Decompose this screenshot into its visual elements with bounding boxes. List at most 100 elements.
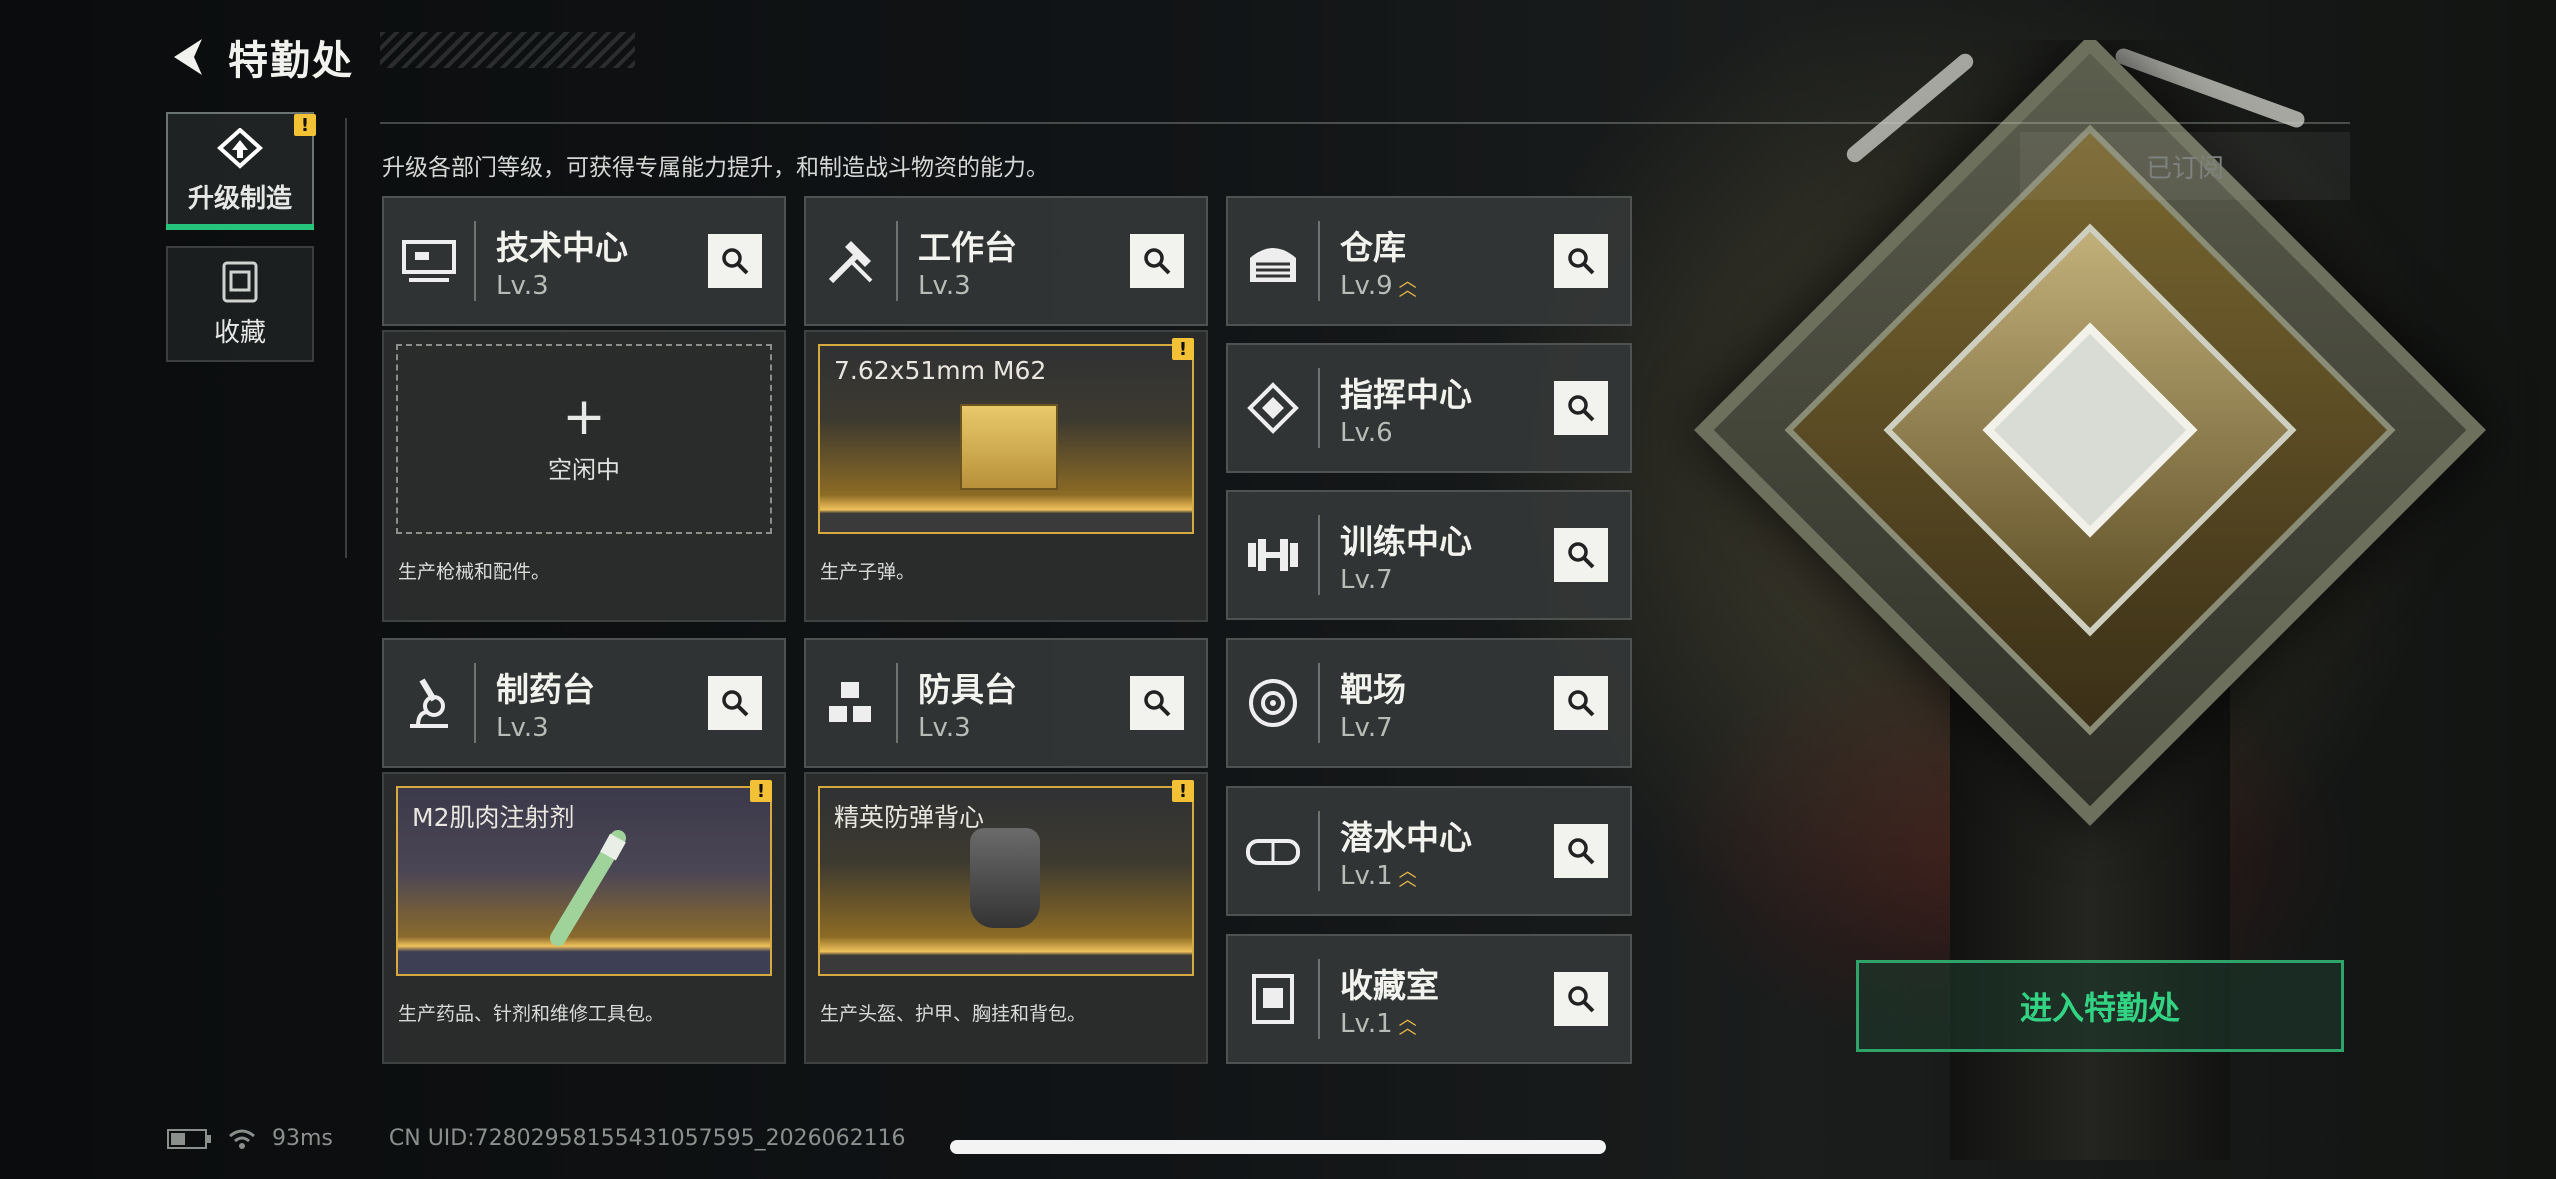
sidebar-item-collection[interactable]: 收藏 — [166, 246, 314, 362]
status-bar: 93ms CN UID:7280295815543105759​5_202606… — [166, 1126, 906, 1151]
dept-level: Lv.6 — [1340, 418, 1393, 448]
dept-level: Lv.1 — [1340, 1009, 1393, 1039]
section-description: 升级各部门等级，可获得专属能力提升，和制造战斗物资的能力。 — [382, 155, 1049, 181]
search-icon — [722, 690, 749, 717]
back-arrow-icon — [174, 39, 202, 75]
dept-name: 潜水中心 — [1340, 818, 1472, 857]
ammo-box-image — [960, 404, 1058, 490]
microscope-icon — [410, 678, 448, 728]
dept-card-training[interactable]: 训练中心 Lv.7 — [1226, 490, 1632, 620]
divider — [380, 122, 2350, 124]
back-button[interactable] — [166, 35, 210, 79]
search-button[interactable] — [708, 234, 762, 288]
dumbbell-icon — [1248, 539, 1298, 571]
page-title: 特勤处 — [228, 38, 354, 84]
sidebar-item-upgrade[interactable]: 升级制造 ! — [166, 112, 316, 230]
header-decoration — [380, 32, 635, 68]
dept-name: 收藏室 — [1340, 966, 1439, 1005]
uid-text: CN UID:7280295815543105759​5_2026062116 — [388, 1126, 906, 1151]
production-slot[interactable]: 精英防弹背心 — [818, 786, 1194, 976]
dept-card-range[interactable]: 靶场 Lv.7 — [1226, 638, 1632, 768]
search-icon — [1144, 690, 1171, 717]
search-icon — [1568, 542, 1595, 569]
production-panel-pharmacy[interactable]: M2肌肉注射剂 ! 生产药品、针剂和维修工具包。 — [382, 772, 786, 1064]
search-button[interactable] — [1554, 528, 1608, 582]
item-name: 7.62x51mm M62 — [834, 356, 1047, 385]
dept-name: 仓库 — [1340, 228, 1406, 267]
dept-name: 防具台 — [918, 670, 1017, 709]
enter-hq-button[interactable]: 进入特勤处 — [1856, 960, 2344, 1052]
production-slot[interactable]: 7.62x51mm M62 — [818, 344, 1194, 534]
vest-image — [970, 828, 1040, 928]
dept-card-tech[interactable]: 技术中心 Lv.3 — [382, 196, 786, 326]
upgrade-arrow-icon: ︿ ︿ — [1398, 861, 1417, 891]
dept-name: 训练中心 — [1340, 522, 1472, 561]
warehouse-icon — [1250, 248, 1296, 282]
dept-name: 靶场 — [1340, 670, 1406, 709]
home-indicator[interactable] — [950, 1140, 1606, 1154]
production-panel-armor[interactable]: 精英防弹背心 ! 生产头盔、护甲、胸挂和背包。 — [804, 772, 1208, 1064]
search-button[interactable] — [1130, 676, 1184, 730]
dept-card-warehouse[interactable]: 仓库 Lv.9 ︿ ︿ — [1226, 196, 1632, 326]
production-panel-tech[interactable]: + 空闲中 生产枪械和配件。 — [382, 330, 786, 622]
diving-mask-icon — [1246, 839, 1300, 865]
subscribed-button[interactable]: 已订阅 — [2020, 132, 2350, 200]
search-button[interactable] — [1554, 676, 1608, 730]
warning-icon: ! — [1172, 780, 1194, 802]
dept-level: Lv.9 — [1340, 271, 1393, 301]
dept-name: 指挥中心 — [1340, 375, 1472, 414]
production-panel-workbench[interactable]: 7.62x51mm M62 ! 生产子弹。 — [804, 330, 1208, 622]
ping-value: 93ms — [272, 1126, 333, 1151]
dept-level: Lv.3 — [496, 713, 549, 743]
idle-slot[interactable]: + 空闲中 — [396, 344, 772, 534]
command-chip-icon — [1247, 382, 1299, 434]
search-button[interactable] — [1130, 234, 1184, 288]
dept-card-command[interactable]: 指挥中心 Lv.6 — [1226, 343, 1632, 473]
upgrade-icon — [217, 127, 263, 169]
warning-icon: ! — [294, 114, 316, 136]
search-icon — [1568, 395, 1595, 422]
plus-icon: + — [562, 386, 606, 447]
production-slot[interactable]: M2肌肉注射剂 — [396, 786, 772, 976]
sidebar-item-label: 收藏 — [213, 317, 266, 348]
panel-footer: 生产子弹。 — [820, 561, 916, 583]
dept-card-pharmacy[interactable]: 制药台 Lv.3 — [382, 638, 786, 768]
warning-icon: ! — [1172, 338, 1194, 360]
dept-name: 技术中心 — [496, 228, 628, 267]
battery-icon — [167, 1128, 211, 1149]
search-button[interactable] — [1554, 824, 1608, 878]
upgrade-arrow-icon: ︿ ︿ — [1398, 1009, 1417, 1039]
panel-footer: 生产头盔、护甲、胸挂和背包。 — [820, 1003, 1087, 1025]
dept-level: Lv.3 — [496, 271, 549, 301]
divider — [345, 118, 347, 558]
collection-icon — [222, 261, 258, 302]
dept-name: 制药台 — [496, 670, 595, 709]
dept-card-collection[interactable]: 收藏室 Lv.1 ︿ ︿ — [1226, 934, 1632, 1064]
panel-footer: 生产枪械和配件。 — [398, 561, 551, 583]
panel-footer: 生产药品、针剂和维修工具包。 — [398, 1003, 665, 1025]
syringe-icon — [550, 830, 626, 946]
blocks-icon — [829, 682, 871, 722]
search-button[interactable] — [1554, 381, 1608, 435]
dept-card-armor[interactable]: 防具台 Lv.3 — [804, 638, 1208, 768]
search-button[interactable] — [1554, 972, 1608, 1026]
dept-level: Lv.3 — [918, 713, 971, 743]
upgrade-arrow-icon: ︿ ︿ — [1398, 271, 1417, 301]
search-button[interactable] — [708, 676, 762, 730]
search-button[interactable] — [1554, 234, 1608, 288]
search-icon — [1144, 248, 1171, 275]
dept-card-diving[interactable]: 潜水中心 Lv.1 ︿ ︿ — [1226, 786, 1632, 916]
dept-name: 工作台 — [918, 228, 1017, 267]
dept-level: Lv.3 — [918, 271, 971, 301]
wifi-icon — [229, 1129, 255, 1149]
warning-icon: ! — [750, 780, 772, 802]
search-icon — [1568, 986, 1595, 1013]
tools-icon — [828, 241, 873, 284]
dept-level: Lv.7 — [1340, 565, 1393, 595]
item-name: 精英防弹背心 — [834, 803, 985, 832]
search-icon — [722, 248, 749, 275]
idle-label: 空闲中 — [548, 455, 620, 484]
dept-level: Lv.1 — [1340, 861, 1393, 891]
dept-card-workbench[interactable]: 工作台 Lv.3 — [804, 196, 1208, 326]
search-icon — [1568, 690, 1595, 717]
